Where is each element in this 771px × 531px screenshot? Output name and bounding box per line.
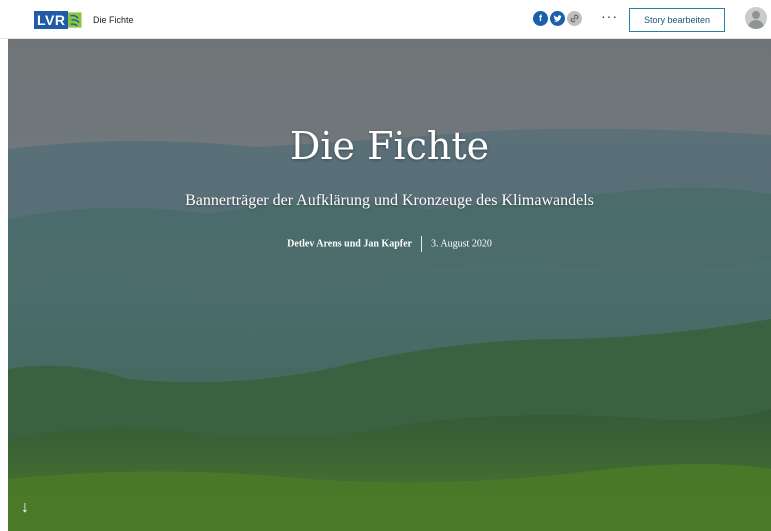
forest-landscape-image bbox=[8, 39, 771, 531]
link-icon[interactable] bbox=[567, 11, 582, 26]
logo-mark-icon bbox=[68, 12, 82, 28]
avatar-body bbox=[748, 20, 764, 29]
twitter-icon[interactable] bbox=[550, 11, 565, 26]
facebook-icon[interactable]: f bbox=[533, 11, 548, 26]
edit-story-button[interactable]: Story bearbeiten bbox=[629, 8, 725, 32]
chain-link-icon bbox=[570, 14, 579, 23]
lvr-logo[interactable]: LVR bbox=[34, 9, 82, 31]
user-avatar-icon[interactable] bbox=[745, 7, 767, 29]
avatar-head bbox=[752, 11, 760, 19]
top-bar: LVR Die Fichte f ··· Story bearbeiten bbox=[0, 0, 771, 39]
story-title[interactable]: Die Fichte bbox=[93, 14, 134, 26]
byline-authors: Detlev Arens und Jan Kapfer bbox=[287, 238, 412, 250]
hero-banner: Die Fichte Bannerträger der Aufklärung u… bbox=[8, 39, 771, 531]
byline: Detlev Arens und Jan Kapfer 3. August 202… bbox=[8, 236, 771, 252]
twitter-bird-icon bbox=[553, 14, 562, 22]
byline-divider bbox=[420, 236, 422, 252]
hero-title: Die Fichte bbox=[289, 124, 490, 168]
more-options-icon[interactable]: ··· bbox=[601, 9, 618, 23]
hero-subtitle: Bannerträger der Aufklärung und Kronzeug… bbox=[185, 192, 594, 209]
down-arrow-icon[interactable]: ↓ bbox=[21, 500, 29, 516]
logo-text: LVR bbox=[34, 11, 69, 29]
byline-date: 3. August 2020 bbox=[430, 238, 492, 250]
